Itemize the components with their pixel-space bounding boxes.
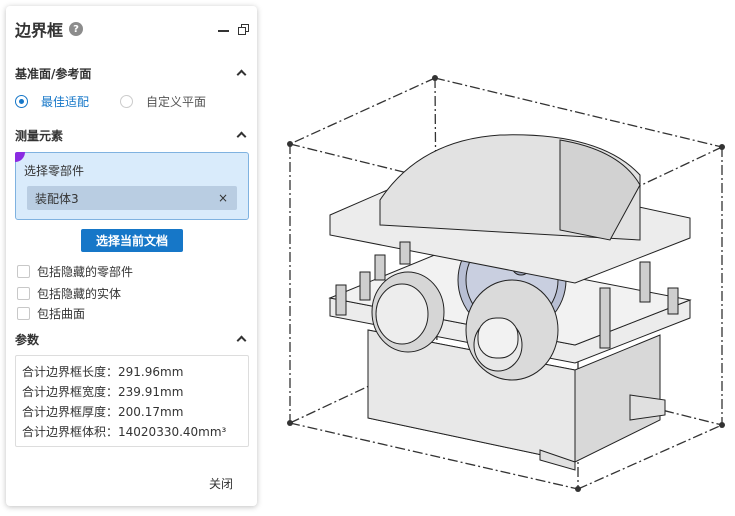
- close-button[interactable]: 关闭: [209, 475, 233, 492]
- gearbox-assembly: [328, 134, 692, 471]
- param-length: 合计边界框长度：291.96mm: [22, 365, 184, 379]
- panel-header: 边界框 ?: [15, 18, 249, 40]
- checkbox-icon[interactable]: [17, 287, 30, 300]
- remove-chip-icon[interactable]: ×: [218, 191, 228, 205]
- section-measure-label: 测量元素: [15, 128, 64, 143]
- component-selection-box[interactable]: 选择零部件 装配体3 ×: [15, 152, 249, 220]
- section-params-label: 参数: [15, 332, 40, 347]
- section-params-header[interactable]: 参数: [15, 330, 248, 348]
- bounding-box-panel: 边界框 ? 基准面/参考面 最佳适配 自定义平面 测量元素 选择零部件 装配体3…: [6, 6, 257, 506]
- checkbox-hidden-bodies-label: 包括隐藏的实体: [37, 287, 122, 301]
- checkbox-icon[interactable]: [17, 307, 30, 320]
- panel-title: 边界框: [15, 21, 64, 40]
- chip-label: 装配体3: [35, 191, 79, 206]
- radio-custom-plane-label: 自定义平面: [146, 95, 207, 109]
- params-box: 合计边界框长度：291.96mm 合计边界框宽度：239.91mm 合计边界框厚…: [15, 355, 249, 447]
- radio-best-fit-label: 最佳适配: [41, 95, 90, 109]
- help-icon[interactable]: ?: [69, 22, 84, 36]
- checkbox-surfaces-label: 包括曲面: [37, 307, 86, 321]
- selection-label: 选择零部件: [24, 164, 85, 178]
- chevron-up-icon[interactable]: [236, 69, 247, 80]
- radio-best-fit[interactable]: 最佳适配: [15, 93, 89, 110]
- restore-icon[interactable]: [238, 23, 249, 35]
- checkbox-hidden-components[interactable]: 包括隐藏的零部件: [17, 263, 133, 280]
- selected-component-chip[interactable]: 装配体3 ×: [27, 186, 237, 210]
- checkbox-hidden-bodies[interactable]: 包括隐藏的实体: [17, 285, 121, 302]
- param-width: 合计边界框宽度：239.91mm: [22, 385, 184, 399]
- 3d-viewport[interactable]: [262, 0, 735, 512]
- gearbox-model-view: [287, 75, 725, 492]
- checkbox-hidden-components-label: 包括隐藏的零部件: [37, 265, 134, 279]
- minimize-icon[interactable]: [218, 30, 229, 32]
- selection-marker-icon: [15, 152, 25, 162]
- checkbox-icon[interactable]: [17, 265, 30, 278]
- section-reference-label: 基准面/参考面: [15, 66, 92, 81]
- param-thickness: 合计边界框厚度：200.17mm: [22, 405, 184, 419]
- section-measure-header[interactable]: 测量元素: [15, 126, 248, 144]
- section-reference-header[interactable]: 基准面/参考面: [15, 64, 248, 82]
- radio-custom-plane[interactable]: 自定义平面: [120, 93, 206, 110]
- radio-on-icon[interactable]: [15, 95, 28, 108]
- chevron-up-icon[interactable]: [236, 131, 247, 142]
- param-volume: 合计边界框体积：14020330.40mm³: [22, 425, 227, 439]
- checkbox-surfaces[interactable]: 包括曲面: [17, 305, 85, 322]
- select-current-document-button[interactable]: 选择当前文档: [81, 229, 183, 252]
- radio-off-icon[interactable]: [120, 95, 133, 108]
- chevron-up-icon[interactable]: [236, 335, 247, 346]
